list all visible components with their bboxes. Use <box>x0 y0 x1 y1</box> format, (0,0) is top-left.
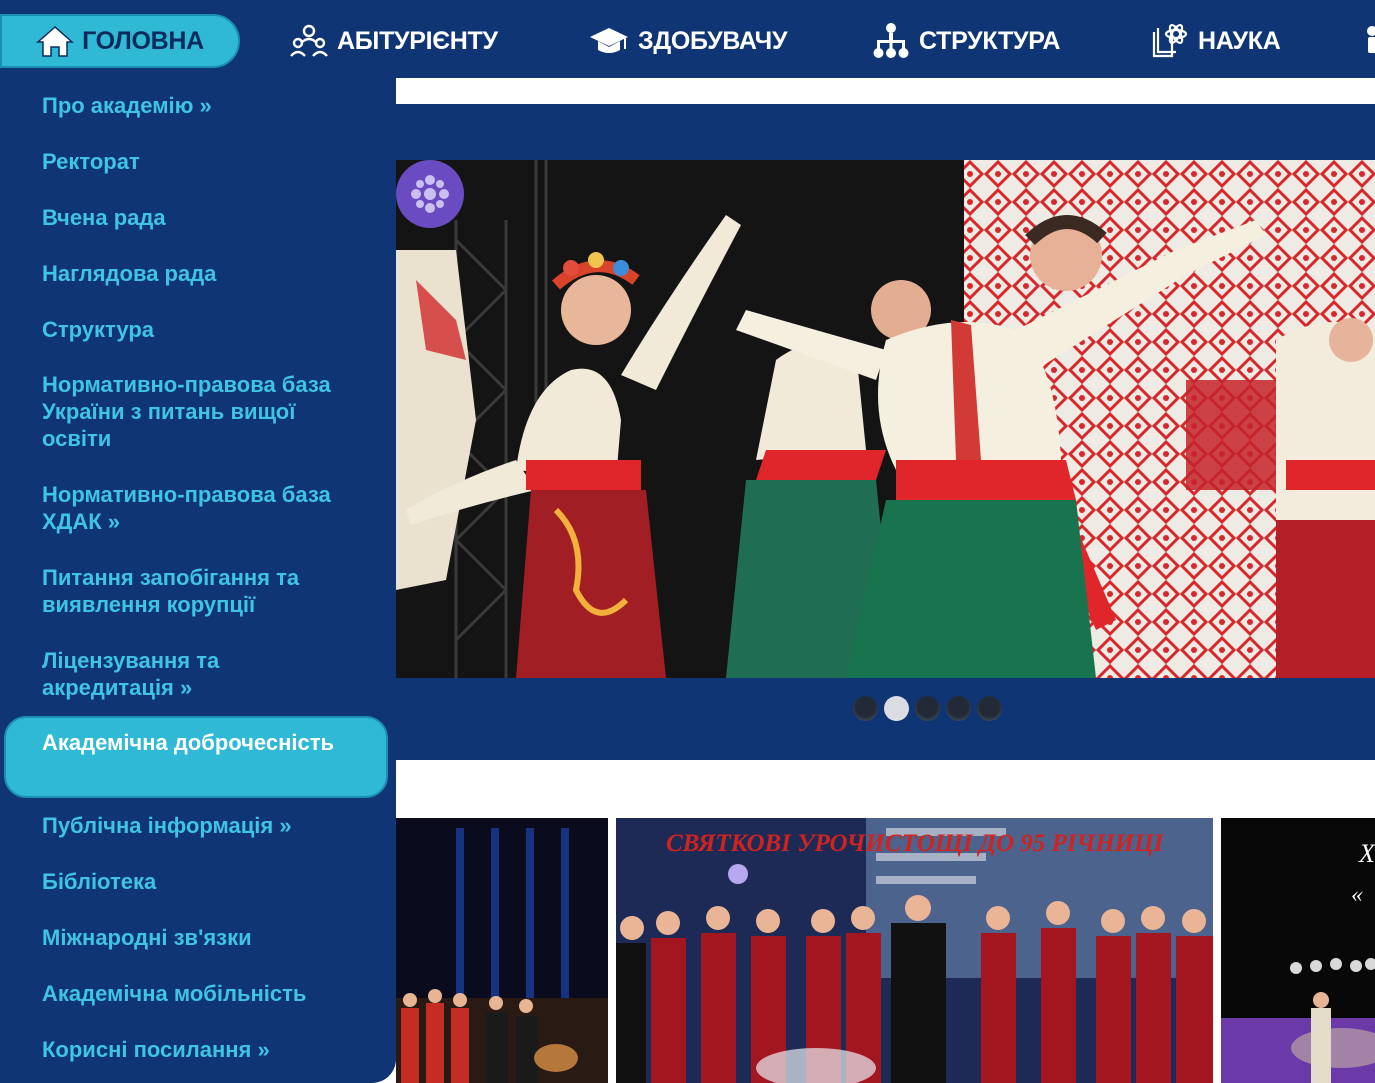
nav-nauka-label: НАУКА <box>1198 26 1281 55</box>
nav-abituriientu-label: АБІТУРІЄНТУ <box>337 26 498 55</box>
sidebar-item-publichna-informatsiia[interactable]: Публічна інформація » <box>42 812 382 839</box>
home-icon <box>36 25 75 57</box>
nav-zdobuvachu-label: ЗДОБУВАЧУ <box>638 26 788 55</box>
sidebar-item-rektorat[interactable]: Ректорат <box>42 148 382 175</box>
sidebar-item-pro-akademiiu[interactable]: Про академію » <box>42 92 382 119</box>
sidebar-item-koruptsiia[interactable]: Питання запобігання та виявлення корупці… <box>42 564 362 618</box>
thumbnail-1-image <box>396 818 608 1083</box>
slider-pagination <box>853 696 1002 721</box>
slider-dot-1[interactable] <box>853 696 878 721</box>
banner-white-strip <box>396 78 1375 104</box>
nav-struktura-label: СТРУКТУРА <box>919 26 1061 55</box>
sidebar-item-nahliadova-rada[interactable]: Наглядова рада <box>42 260 382 287</box>
nav-next-item-partial[interactable] <box>1360 14 1375 68</box>
nav-zdobuvachu[interactable]: ЗДОБУВАЧУ <box>588 14 788 68</box>
slider-image-folk-dancers[interactable] <box>396 160 1375 678</box>
sidebar-item-struktura[interactable]: Структура <box>42 316 382 343</box>
svg-text:Х: Х <box>1358 839 1375 868</box>
slider-dot-5[interactable] <box>977 696 1002 721</box>
nav-nauka[interactable]: НАУКА <box>1150 14 1281 68</box>
slide-illustration <box>396 160 1375 678</box>
news-thumbnail-3[interactable]: Х « <box>1221 818 1375 1083</box>
news-thumbnail-1[interactable] <box>396 818 608 1083</box>
sidebar-item-korysni-posylannia[interactable]: Корисні посилання » <box>42 1036 382 1063</box>
sitemap-icon <box>873 23 909 58</box>
sidebar-item-normatyvna-baza-khdak[interactable]: Нормативно-правова база ХДАК » <box>42 481 342 535</box>
thumbnail-3-image: Х « <box>1221 818 1375 1083</box>
nav-home[interactable]: ГОЛОВНА <box>0 14 240 68</box>
slider-dot-3[interactable] <box>915 696 940 721</box>
nav-home-label: ГОЛОВНА <box>82 26 204 55</box>
sidebar-item-mizhnarodni-zviazky[interactable]: Міжнародні зв'язки <box>42 924 382 951</box>
sidebar-item-akademichna-mobilnist[interactable]: Академічна мобільність <box>42 980 382 1007</box>
nav-struktura[interactable]: СТРУКТУРА <box>871 14 1060 68</box>
sidebar-item-vchena-rada[interactable]: Вчена рада <box>42 204 382 231</box>
nav-abituriientu[interactable]: АБІТУРІЄНТУ <box>289 14 498 68</box>
sidebar-item-normatyvna-baza-ukrainy[interactable]: Нормативно-правова база України з питань… <box>42 371 342 452</box>
partial-icon <box>1367 26 1375 53</box>
book-atom-icon <box>1152 24 1188 58</box>
users-icon <box>290 24 328 57</box>
top-navigation: ГОЛОВНА АБІТУРІЄНТУ ЗДОБУВАЧУ СТРУКТУРА … <box>0 0 1375 80</box>
sidebar-item-akademichna-dobrochesnist-label: Академічна доброчесність <box>42 730 335 755</box>
sidebar-item-litsenzuvannia[interactable]: Ліцензування та акредитація » <box>42 647 342 701</box>
news-thumbnail-2[interactable]: СВЯТКОВІ УРОЧИСТОЩІ ДО 95 РІЧНИЦІ <box>616 818 1213 1083</box>
svg-text:«: « <box>1351 882 1363 908</box>
slider-dot-2[interactable] <box>884 696 909 721</box>
graduation-cap-icon <box>590 28 628 53</box>
sidebar-item-biblioteka[interactable]: Бібліотека <box>42 868 382 895</box>
thumbnail-2-caption: СВЯТКОВІ УРОЧИСТОЩІ ДО 95 РІЧНИЦІ <box>666 830 1164 857</box>
slider-dot-4[interactable] <box>946 696 971 721</box>
